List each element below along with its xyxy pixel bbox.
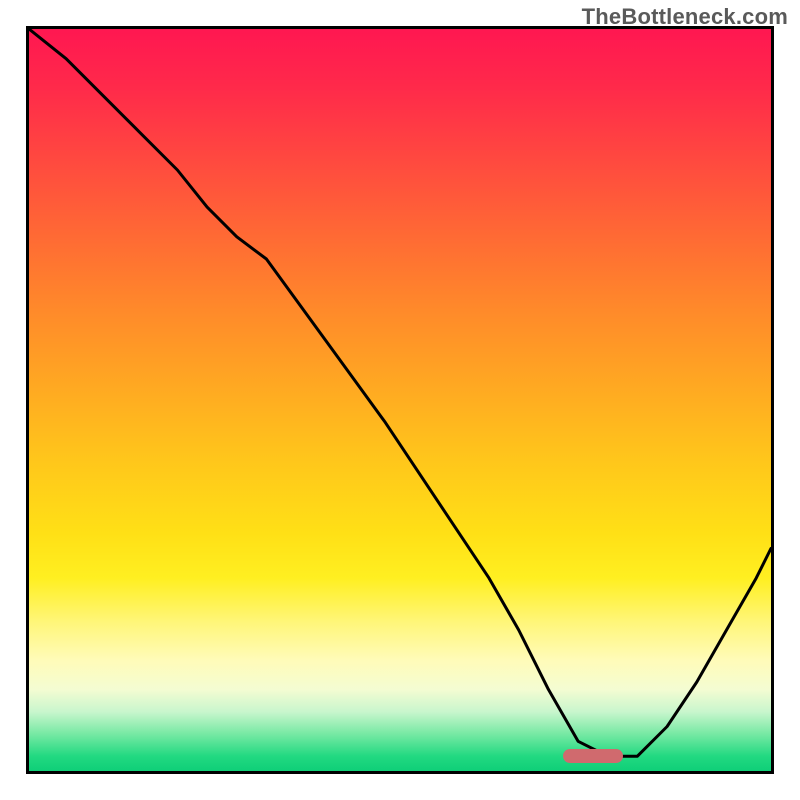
watermark-text: TheBottleneck.com: [582, 4, 788, 30]
optimal-marker: [563, 749, 622, 763]
bottleneck-curve: [29, 29, 771, 771]
bottleneck-plot: [26, 26, 774, 774]
